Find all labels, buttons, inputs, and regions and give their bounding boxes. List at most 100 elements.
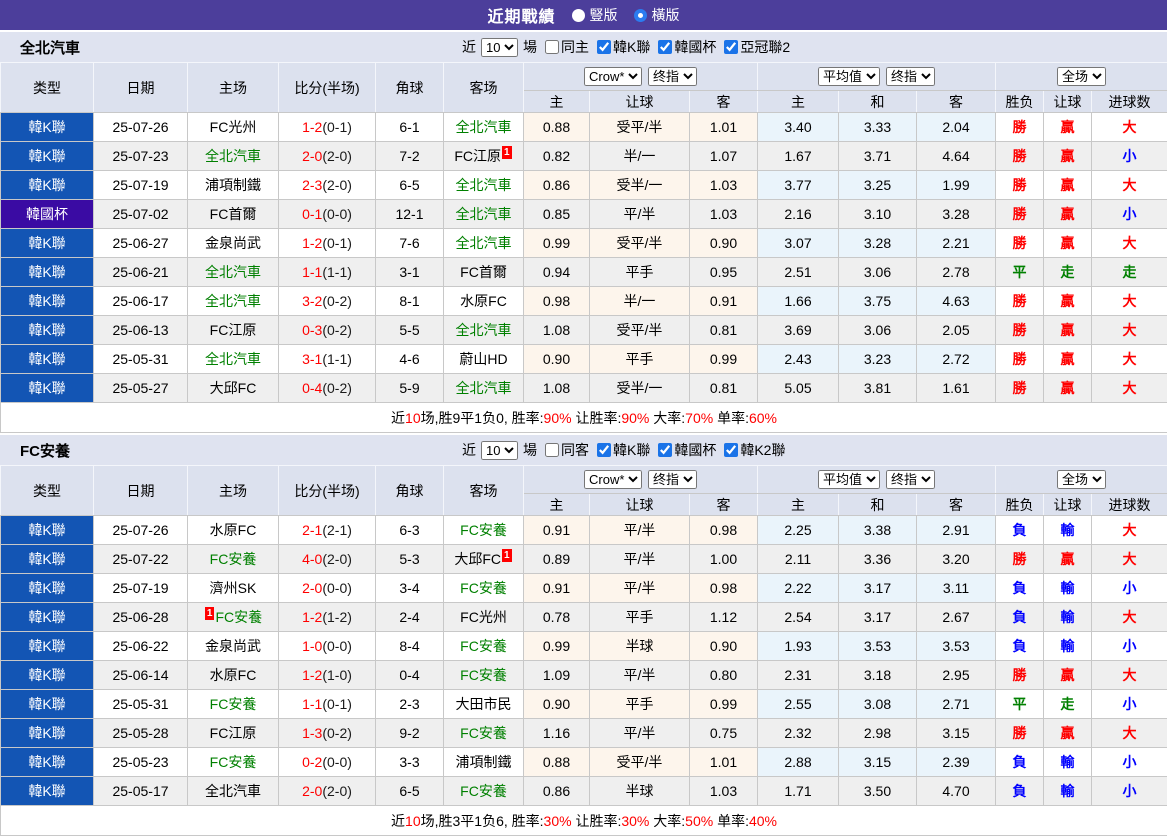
result-cell: 勝 <box>996 545 1044 574</box>
odds-company-select[interactable]: Crow* <box>584 470 642 489</box>
home-team-name: 全北汽車 <box>205 351 261 367</box>
date-cell: 25-07-19 <box>94 171 188 200</box>
games-count-select[interactable]: 10 <box>481 441 518 460</box>
team-name: FC安養 <box>0 440 70 461</box>
home-team-cell: 水原FC <box>188 516 279 545</box>
result-cell: 勝 <box>996 287 1044 316</box>
result-cell: 輸 <box>1044 516 1092 545</box>
horizontal-layout-radio[interactable]: 橫版 <box>634 5 680 25</box>
odds-group-header: 平均值终指 <box>758 63 996 91</box>
league-filter-checkbox[interactable] <box>724 40 738 54</box>
games-count-select[interactable]: 10 <box>481 38 518 57</box>
games-label: 場 <box>523 37 537 57</box>
match-row: 韓K聯25-05-31FC安養1-1(0-1)2-3大田市民0.90平手0.99… <box>1 690 1167 719</box>
match-scope-select[interactable]: 全场 <box>1057 67 1106 86</box>
handicap-odds-cell: 0.90 <box>524 345 590 374</box>
handicap-odds-cell: 0.89 <box>524 545 590 574</box>
half-time-score: (0-2) <box>322 322 352 338</box>
away-team-name: 大田市民 <box>456 696 512 712</box>
half-time-score: (0-0) <box>322 580 352 596</box>
summary-segment: 大率: <box>649 410 685 426</box>
home-team-cell: 浦項制鐵 <box>188 171 279 200</box>
result-cell: 大 <box>1092 545 1167 574</box>
date-cell: 25-05-31 <box>94 690 188 719</box>
full-time-score: 1-2 <box>302 119 322 135</box>
league-cell: 韓K聯 <box>1 719 94 748</box>
handicap-odds-cell: 平手 <box>590 345 690 374</box>
radio-icon[interactable] <box>572 9 585 22</box>
away-team-cell: FC安養 <box>444 661 524 690</box>
same-venue-checkbox[interactable] <box>545 443 559 457</box>
handicap-odds-cell: 1.03 <box>690 200 758 229</box>
summary-segment: 10 <box>405 813 421 829</box>
summary-row: 近10场,胜9平1负0, 胜率:90% 让胜率:90% 大率:70% 单率:60… <box>1 403 1167 433</box>
europe-odds-cell: 3.25 <box>839 171 917 200</box>
home-team-name: 全北汽車 <box>205 293 261 309</box>
home-team-cell: 1FC安養 <box>188 603 279 632</box>
europe-odds-cell: 2.39 <box>917 748 996 777</box>
europe-stage-select[interactable]: 终指 <box>886 470 935 489</box>
result-cell: 贏 <box>1044 229 1092 258</box>
filter-controls: 近10場同主韓K聯韓國杯亞冠聯2 <box>462 32 790 62</box>
europe-stage-select[interactable]: 终指 <box>886 67 935 86</box>
home-team-name: 全北汽車 <box>205 783 261 799</box>
match-scope-select[interactable]: 全场 <box>1057 470 1106 489</box>
date-cell: 25-07-19 <box>94 574 188 603</box>
away-team-name: 蔚山HD <box>459 351 507 367</box>
europe-odds-cell: 3.17 <box>839 603 917 632</box>
half-time-score: (2-0) <box>322 551 352 567</box>
half-time-score: (0-2) <box>322 725 352 741</box>
handicap-odds-cell: 0.75 <box>690 719 758 748</box>
result-cell: 大 <box>1092 516 1167 545</box>
games-label: 場 <box>523 440 537 460</box>
half-time-score: (1-1) <box>322 351 352 367</box>
home-team-name: 全北汽車 <box>205 148 261 164</box>
handicap-odds-cell: 0.99 <box>524 632 590 661</box>
league-cell: 韓K聯 <box>1 113 94 142</box>
radio-label: 豎版 <box>590 5 618 25</box>
league-filter-checkbox[interactable] <box>724 443 738 457</box>
same-venue-checkbox[interactable] <box>545 40 559 54</box>
handicap-stage-select[interactable]: 终指 <box>648 470 697 489</box>
europe-odds-cell: 2.55 <box>758 690 839 719</box>
home-team-cell: 大邱FC <box>188 374 279 403</box>
full-time-score: 1-1 <box>302 264 322 280</box>
odds-group-header: 全场 <box>996 466 1167 494</box>
home-team-name: FC安養 <box>210 551 257 567</box>
average-type-select[interactable]: 平均值 <box>818 67 880 86</box>
average-type-select[interactable]: 平均值 <box>818 470 880 489</box>
europe-odds-cell: 3.50 <box>839 777 917 806</box>
league-filter-checkbox[interactable] <box>658 40 672 54</box>
summary-segment: 40% <box>749 813 777 829</box>
odds-company-select[interactable]: Crow* <box>584 67 642 86</box>
result-cell: 大 <box>1092 113 1167 142</box>
handicap-odds-cell: 受平/半 <box>590 316 690 345</box>
away-team-cell: FC光州 <box>444 603 524 632</box>
home-team-cell: 金泉尚武 <box>188 632 279 661</box>
europe-odds-cell: 3.07 <box>758 229 839 258</box>
date-cell: 25-07-22 <box>94 545 188 574</box>
result-cell: 大 <box>1092 374 1167 403</box>
home-team-cell: 水原FC <box>188 661 279 690</box>
summary-row: 近10场,胜3平1负6, 胜率:30% 让胜率:30% 大率:50% 单率:40… <box>1 806 1167 836</box>
league-filter-checkbox[interactable] <box>597 40 611 54</box>
league-filter-checkbox[interactable] <box>658 443 672 457</box>
sub-column-header: 客 <box>690 494 758 516</box>
vertical-layout-radio[interactable]: 豎版 <box>572 5 618 25</box>
corner-cell: 7-6 <box>376 229 444 258</box>
handicap-odds-cell: 0.82 <box>524 142 590 171</box>
team-bar: 全北汽車近10場同主韓K聯韓國杯亞冠聯2 <box>0 32 1167 62</box>
summary-text: 近10场,胜3平1负6, 胜率:30% 让胜率:30% 大率:50% 单率:40… <box>1 806 1167 836</box>
europe-odds-cell: 3.15 <box>839 748 917 777</box>
odds-group-header: Crow* 终指 <box>524 466 758 494</box>
corner-cell: 6-5 <box>376 171 444 200</box>
match-row: 韓K聯25-06-17全北汽車3-2(0-2)8-1水原FC0.98半/一0.9… <box>1 287 1167 316</box>
handicap-stage-select[interactable]: 终指 <box>648 67 697 86</box>
radio-icon[interactable] <box>634 9 647 22</box>
away-team-name: 全北汽車 <box>456 177 512 193</box>
europe-odds-cell: 3.36 <box>839 545 917 574</box>
league-cell: 韓K聯 <box>1 661 94 690</box>
league-filter-checkbox[interactable] <box>597 443 611 457</box>
match-row: 韓K聯25-07-23全北汽車2-0(2-0)7-2FC江原10.82半/一1.… <box>1 142 1167 171</box>
league-cell: 韓K聯 <box>1 603 94 632</box>
